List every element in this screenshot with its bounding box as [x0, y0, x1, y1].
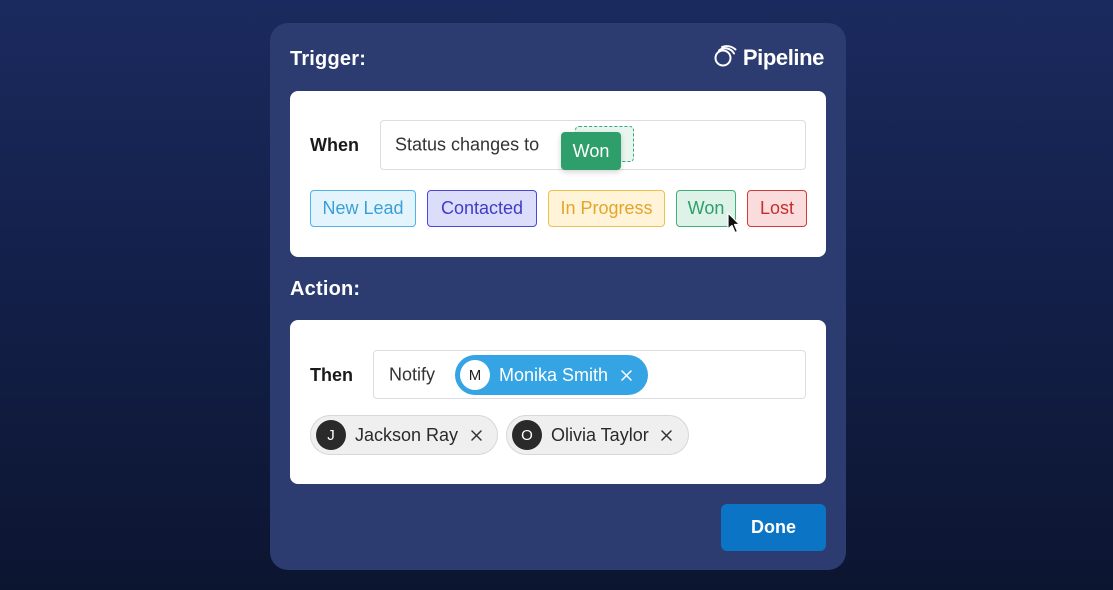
avatar: J [316, 420, 346, 450]
trigger-card: When Status changes to Won New Lead Cont… [290, 91, 826, 257]
avatar: O [512, 420, 542, 450]
status-tag-new-lead[interactable]: New Lead [310, 190, 416, 227]
status-tag-in-progress[interactable]: In Progress [548, 190, 665, 227]
then-label: Then [310, 365, 353, 385]
status-condition-text: Status changes to [395, 134, 540, 155]
close-icon[interactable] [468, 427, 484, 443]
brand-name: Pipeline [742, 45, 825, 70]
dragged-status-chip[interactable]: Won [561, 132, 621, 170]
done-button[interactable]: Done [721, 504, 826, 551]
recipient-name: Olivia Taylor [551, 424, 649, 445]
automation-panel: Trigger: Pipeline When Status changes to… [270, 23, 846, 570]
close-icon[interactable] [659, 427, 675, 443]
avatar: M [460, 360, 490, 390]
recipient-name: Monika Smith [499, 364, 609, 385]
status-condition-field[interactable]: Status changes to Won [380, 120, 806, 170]
notify-field[interactable]: Notify M Monika Smith [373, 350, 806, 399]
recipient-chip-jackson-ray[interactable]: J Jackson Ray [310, 415, 499, 455]
action-card: Then Notify M Monika Smith J Jackson Ray… [290, 320, 826, 484]
notify-text: Notify [389, 364, 436, 384]
status-tag-lost[interactable]: Lost [747, 190, 807, 227]
selected-recipient-chip[interactable]: M Monika Smith [455, 355, 649, 395]
when-label: When [310, 135, 359, 155]
recipient-name: Jackson Ray [355, 424, 459, 445]
mouse-cursor-icon [727, 212, 741, 239]
close-icon[interactable] [618, 367, 634, 383]
trigger-section-title: Trigger: [290, 48, 367, 70]
brand-logo: Pipeline [713, 43, 824, 73]
pipeline-logo-icon [713, 44, 737, 73]
action-section-title: Action: [290, 278, 361, 300]
recipient-chip-olivia-taylor[interactable]: O Olivia Taylor [506, 415, 689, 455]
status-tag-contacted[interactable]: Contacted [427, 190, 537, 227]
